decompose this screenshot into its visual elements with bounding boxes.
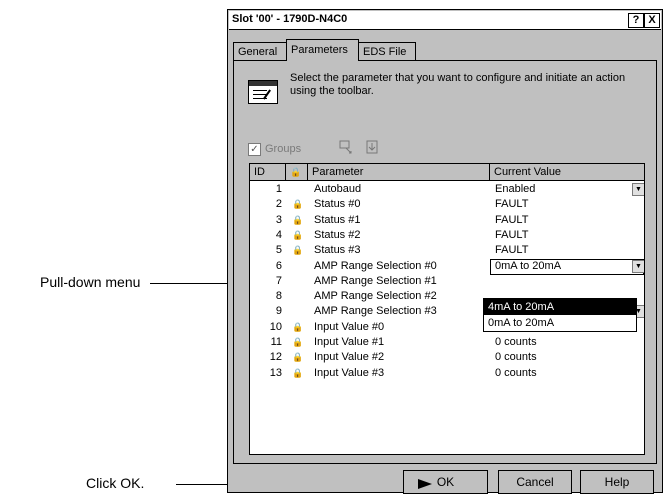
row-parameter-name: Input Value #2 xyxy=(314,351,385,364)
column-header-id[interactable]: ID xyxy=(250,164,286,180)
row-parameter-name: AMP Range Selection #3 xyxy=(314,305,437,318)
row-parameter-name: AMP Range Selection #1 xyxy=(314,274,437,287)
row-parameter-name: Autobaud xyxy=(314,183,362,195)
dropdown-arrow-icon[interactable]: ▼ xyxy=(632,259,644,273)
row-current-value: FAULT xyxy=(495,213,529,226)
row-parameter-name: AMP Range Selection #0 xyxy=(314,259,437,272)
row-parameter-name: Input Value #1 xyxy=(314,336,385,348)
tab-general[interactable]: General xyxy=(233,42,287,60)
row-current-value: 0mA to 20mA xyxy=(495,259,562,272)
monitor-icon[interactable] xyxy=(337,139,355,157)
instruction-text: Select the parameter that you want to co… xyxy=(290,72,626,97)
close-icon[interactable]: X xyxy=(644,13,660,28)
row-id: 2 xyxy=(275,198,282,211)
title-bar: Slot '00' - 1790D-N4C0 ? X xyxy=(229,11,661,30)
tab-strip: General Parameters EDS File xyxy=(233,39,653,61)
row-current-value: FAULT xyxy=(495,244,529,257)
table-row[interactable]: 1 Autobaud Enabled ▼ xyxy=(250,182,644,197)
callout-ok-arrowhead xyxy=(418,479,432,489)
row-id: 3 xyxy=(275,213,282,226)
row-current-value: Enabled xyxy=(495,183,536,195)
table-row[interactable]: 11 🔒 Input Value #1 0 counts xyxy=(250,335,644,350)
tab-eds-file[interactable]: EDS File xyxy=(358,42,416,60)
row-current-value: 0 counts xyxy=(495,351,537,364)
lock-icon: 🔒 xyxy=(292,214,304,225)
row-current-value: 0 counts xyxy=(495,366,537,379)
download-icon[interactable] xyxy=(363,139,381,157)
table-row[interactable]: 3 🔒 Status #1 FAULT xyxy=(250,213,644,228)
row-id: 11 xyxy=(270,336,282,348)
lock-icon: 🔒 xyxy=(292,245,304,256)
ok-button[interactable]: OK xyxy=(403,470,488,494)
row-id: 7 xyxy=(275,274,282,287)
help-icon[interactable]: ? xyxy=(628,13,644,28)
callout-pulldown-menu: Pull-down menu xyxy=(40,274,141,290)
row-current-value: FAULT xyxy=(495,198,529,211)
row-parameter-name: Status #0 xyxy=(314,198,361,211)
dropdown-option-0-20ma[interactable]: 0mA to 20mA xyxy=(484,315,636,331)
callout-click-ok: Click OK. xyxy=(86,475,145,491)
dropdown-option-4-20ma[interactable]: 4mA to 20mA xyxy=(484,299,636,315)
row-id: 12 xyxy=(269,351,282,364)
table-row[interactable]: 6 AMP Range Selection #0 0mA to 20mA ▼ xyxy=(250,258,644,275)
dropdown-arrow-icon[interactable]: ▼ xyxy=(632,183,644,196)
row-id: 10 xyxy=(269,320,282,333)
lock-icon: 🔒 xyxy=(290,167,302,177)
column-header-parameter[interactable]: Parameter xyxy=(308,164,490,180)
row-id: 8 xyxy=(275,290,282,303)
row-current-value: FAULT xyxy=(495,228,529,241)
edit-document-icon xyxy=(248,80,278,104)
parameters-panel: Select the parameter that you want to co… xyxy=(233,60,657,464)
row-id: 6 xyxy=(275,259,282,272)
lock-icon: 🔒 xyxy=(292,321,304,332)
help-button[interactable]: Help xyxy=(580,470,654,494)
pulldown-menu[interactable]: 4mA to 20mA 0mA to 20mA xyxy=(483,298,637,332)
window-title: Slot '00' - 1790D-N4C0 xyxy=(232,13,348,25)
row-id: 5 xyxy=(275,244,282,257)
properties-dialog: Slot '00' - 1790D-N4C0 ? X General Param… xyxy=(227,9,663,494)
column-header-current-value[interactable]: Current Value xyxy=(490,164,644,180)
lock-icon: 🔒 xyxy=(292,367,304,378)
row-parameter-name: Status #1 xyxy=(314,213,361,226)
table-row[interactable]: 2 🔒 Status #0 FAULT xyxy=(250,197,644,212)
column-header-lock[interactable]: 🔒 xyxy=(286,164,308,180)
lock-icon: 🔒 xyxy=(292,229,304,240)
table-row[interactable]: 12 🔒 Input Value #2 0 counts xyxy=(250,350,644,365)
lock-icon: 🔒 xyxy=(292,199,304,210)
row-current-value: 0 counts xyxy=(495,336,537,348)
checkbox-icon: ✓ xyxy=(248,143,261,156)
row-parameter-name: Input Value #3 xyxy=(314,366,385,379)
table-row[interactable]: 7 AMP Range Selection #1 xyxy=(250,274,644,289)
row-id: 9 xyxy=(275,305,282,318)
lock-icon: 🔒 xyxy=(292,352,304,363)
tab-parameters[interactable]: Parameters xyxy=(286,39,359,61)
groups-label: Groups xyxy=(265,143,302,155)
table-row[interactable]: 13 🔒 Input Value #3 0 counts xyxy=(250,366,644,381)
row-id: 1 xyxy=(275,183,282,195)
table-row[interactable]: 4 🔒 Status #2 FAULT xyxy=(250,228,644,243)
row-parameter-name: Status #2 xyxy=(314,228,361,241)
row-parameter-name: Input Value #0 xyxy=(314,320,385,333)
lock-icon: 🔒 xyxy=(292,337,304,347)
table-row[interactable]: 5 🔒 Status #3 FAULT xyxy=(250,243,644,258)
row-id: 4 xyxy=(275,228,282,241)
row-parameter-name: AMP Range Selection #2 xyxy=(314,290,437,303)
cancel-button[interactable]: Cancel xyxy=(498,470,572,494)
row-parameter-name: Status #3 xyxy=(314,244,361,257)
table-header: ID 🔒 Parameter Current Value xyxy=(250,164,644,181)
row-id: 13 xyxy=(269,366,282,379)
